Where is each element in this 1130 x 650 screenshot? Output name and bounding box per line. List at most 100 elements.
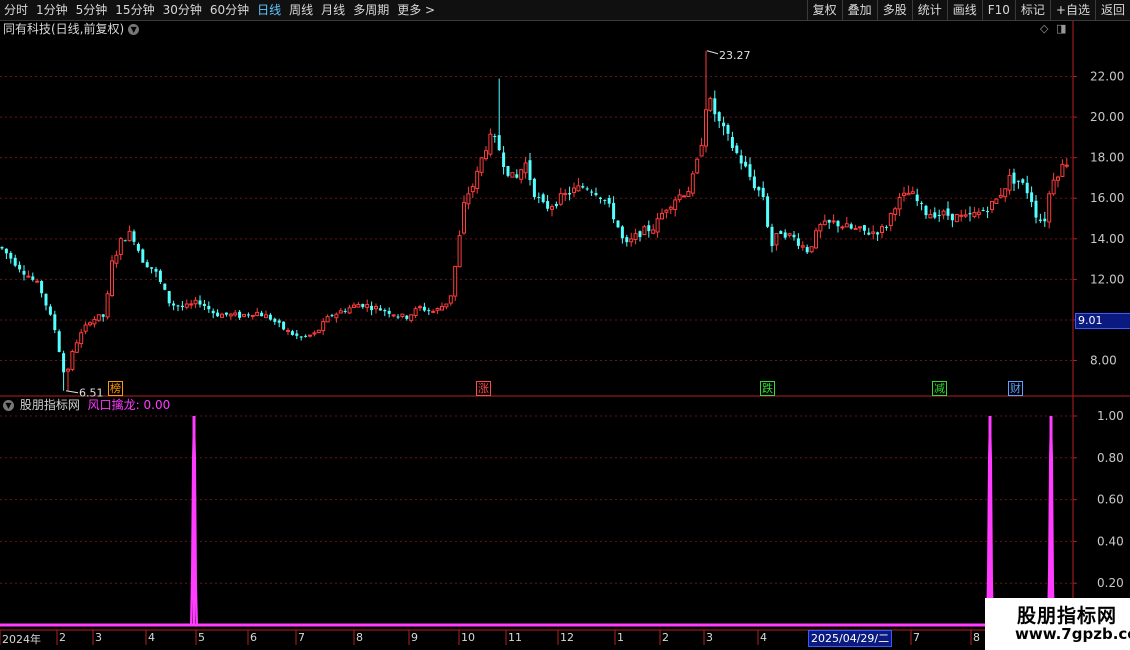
candle-body [506,166,510,176]
candle-body [541,194,545,203]
candle-body [40,280,44,294]
date-label: 3 [95,631,102,644]
chevron-down-icon[interactable]: ▼ [3,400,14,411]
high-pointer [706,50,719,55]
candle-body [735,145,739,153]
kline-chart[interactable]: 8.00 1 0.00 12.00 14.00 16.00 18.00 20.00 22.00 0… [0,0,1130,650]
candle-body [233,312,238,316]
candle-body [9,252,13,259]
candle-body [708,97,713,111]
candle-body [532,178,536,198]
candle-body [607,198,611,204]
candle-body [686,190,691,198]
candle-body [590,191,594,193]
event-badge-3[interactable]: 减 [932,381,947,396]
candle-body [844,223,849,228]
candle-body [62,353,66,373]
candle-body [347,307,352,314]
candle-body [246,314,250,316]
candle-body [625,237,629,243]
candle-body [523,162,528,174]
watermark-line2: www.7gpzb.com [1015,625,1130,643]
candle-body [651,229,656,234]
candle-body [260,312,264,317]
candle-body [264,314,268,319]
candle-body [761,187,765,197]
candle-body [770,226,774,247]
indicator-tick-label: 0.80 [1097,451,1124,465]
candle-body [1043,218,1047,222]
candle-body [330,315,334,317]
candle-body [422,306,426,311]
candle-body [224,312,228,315]
price-tick-label: 16.00 [1090,191,1124,205]
event-badge-0[interactable]: 榜 [108,381,123,396]
candle-body [79,332,84,345]
date-label: 6 [250,631,257,644]
candle-body [391,314,396,317]
candle-body [193,299,198,305]
candle-body [884,226,888,228]
indicator-tick-label: 0.40 [1097,534,1124,548]
candle-body [836,220,840,227]
candle-body [717,112,721,122]
date-label: 7 [913,631,920,644]
candle-body [365,304,370,308]
price-tick-label: 14.00 [1090,232,1124,246]
candle-body [118,238,123,255]
candle-body [172,303,176,306]
candle-body [581,186,585,188]
candle-body [880,226,884,233]
date-label: 2 [59,631,66,644]
indicator-name[interactable]: 股朋指标网 [20,398,80,412]
date-label: 4 [760,631,767,644]
candle-body [818,224,823,232]
candle-body [704,109,708,147]
candle-body [282,321,286,330]
date-label: 3 [706,631,713,644]
candle-body [568,193,572,195]
candle-body [435,307,440,311]
date-label: 2 [662,631,669,644]
candle-body [744,161,748,167]
event-badge-1[interactable]: 涨 [476,381,491,396]
candle-body [387,310,391,314]
candle-body [242,313,246,317]
candle-body [893,208,898,215]
candle-body [101,314,105,317]
candle-body [1016,180,1020,182]
candle-body [484,150,488,160]
candle-body [787,233,792,236]
candle-body [950,213,954,221]
candle-body [409,314,414,321]
candle-body [53,314,57,331]
candle-body [946,208,950,216]
candle-body [968,213,972,215]
candle-body [1007,174,1012,191]
candle-body [867,232,871,235]
candle-body [325,316,330,323]
candle-body [954,214,959,223]
candle-body [774,233,779,246]
indicator-line-value: 0.00 [143,398,171,412]
candle-body [871,231,876,234]
candle-body [858,226,862,229]
candle-body [981,209,985,211]
candle-body [198,300,202,305]
candle-body [986,211,990,213]
candle-body [238,311,242,318]
candle-body [849,224,853,229]
event-badge-2[interactable]: 跌 [760,381,775,396]
candle-body [796,238,800,246]
candle-body [176,305,180,307]
candle-body [308,334,312,337]
candle-body [990,200,994,211]
candle-body [814,230,818,249]
candle-body [273,318,277,322]
candle-body [779,231,783,234]
candle-body [800,245,805,248]
candle-body [888,213,893,227]
candle-body [48,306,52,315]
date-label: 5 [198,631,205,644]
event-badge-4[interactable]: 财 [1008,381,1023,396]
